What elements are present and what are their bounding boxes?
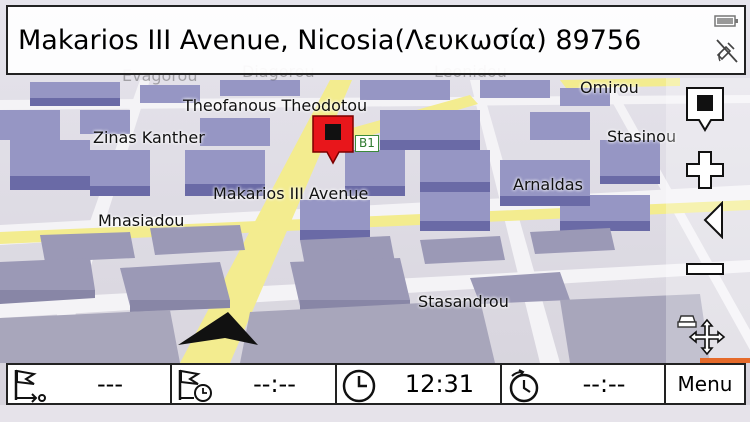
current-time-cell[interactable]: 12:31 xyxy=(337,365,502,403)
flag-clock-icon xyxy=(178,369,212,402)
zoom-in-icon[interactable] xyxy=(685,150,725,190)
back-arrow-icon[interactable] xyxy=(702,201,726,239)
remaining-time-value: --:-- xyxy=(582,370,626,398)
zoom-out-icon[interactable] xyxy=(685,262,725,276)
stop-icon[interactable] xyxy=(685,86,725,132)
current-time-value: 12:31 xyxy=(404,370,475,398)
street-label-mnasiadou: Mnasiadou xyxy=(98,211,185,230)
street-label-theofanous: Theofanous Theodotou xyxy=(183,96,368,115)
road-shield: B1 xyxy=(355,135,379,152)
pan-move-icon[interactable] xyxy=(688,318,726,356)
arrival-time-value: --:-- xyxy=(253,370,296,398)
bottom-info-bar: --- --:-- 12:31 --:-- Menu xyxy=(6,363,746,405)
street-label-omirou: Omirou xyxy=(580,78,639,97)
street-label-arnaldas: Arnaldas xyxy=(513,175,583,194)
map-pin-icon[interactable] xyxy=(311,114,355,166)
timer-icon xyxy=(509,369,539,403)
remaining-time-cell[interactable]: --:-- xyxy=(502,365,666,403)
clock-icon xyxy=(342,369,376,403)
status-icons xyxy=(714,13,740,71)
address-bar[interactable]: Makarios III Avenue, Nicosia(Λευκωσία) 8… xyxy=(6,5,746,75)
current-address: Makarios III Avenue, Nicosia(Λευκωσία) 8… xyxy=(18,24,642,56)
bottom-strip xyxy=(0,405,750,422)
menu-button[interactable]: Menu xyxy=(666,365,744,403)
menu-button-label: Menu xyxy=(677,372,733,396)
street-label-zinas: Zinas Kanther xyxy=(93,128,205,147)
distance-value: --- xyxy=(97,370,123,398)
battery-icon xyxy=(714,15,738,27)
street-label-stasandrou: Stasandrou xyxy=(418,292,509,311)
arrival-cell[interactable]: --:-- xyxy=(172,365,337,403)
street-label-makarios: Makarios III Avenue xyxy=(213,184,369,203)
distance-cell[interactable]: --- xyxy=(8,365,172,403)
flag-route-icon xyxy=(14,369,46,403)
map-controls-panel xyxy=(666,78,750,363)
gps-off-icon xyxy=(716,39,738,63)
